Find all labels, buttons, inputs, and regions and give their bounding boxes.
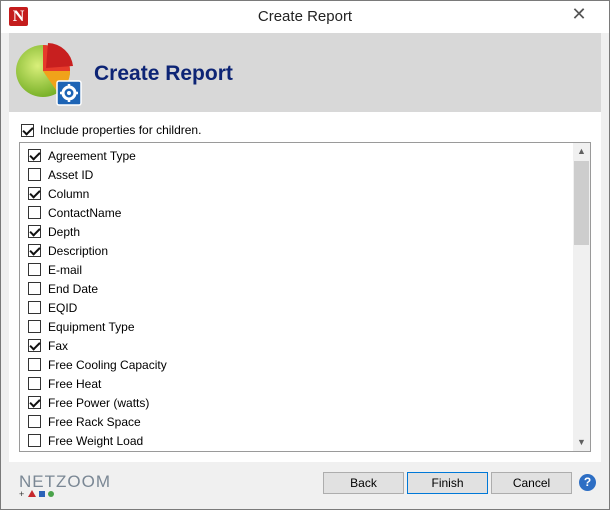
pie-chart-gear-icon — [16, 43, 82, 106]
property-label: Column — [48, 186, 90, 201]
property-checkbox[interactable] — [28, 168, 41, 181]
property-list-item[interactable]: Column — [20, 184, 570, 203]
close-button[interactable]: ✕ — [557, 1, 601, 29]
content-panel: Include properties for children. Agreeme… — [9, 112, 601, 462]
netzoom-brand-logo: NETZOOM — [19, 472, 111, 491]
back-button[interactable]: Back — [323, 472, 404, 494]
include-children-checkbox[interactable] — [21, 123, 34, 137]
property-checkbox[interactable] — [28, 206, 41, 219]
square-mark-icon — [39, 490, 45, 497]
triangle-mark-icon — [28, 490, 36, 497]
footer: NETZOOM + Back Finish Cancel ? — [9, 462, 601, 504]
property-label: Agreement Type — [48, 148, 136, 163]
property-checkbox[interactable] — [28, 434, 41, 447]
property-list-item[interactable]: Free Power (watts) — [20, 393, 570, 412]
property-label: E-mail — [48, 262, 83, 277]
property-label: Free Weight Load — [48, 433, 144, 448]
properties-list[interactable]: Agreement Type Asset ID Column ContactName D… — [19, 142, 591, 452]
property-label: EQID — [48, 300, 78, 315]
property-label: Free Rack Space — [48, 414, 141, 429]
property-label: ContactName — [48, 205, 122, 220]
property-checkbox[interactable] — [28, 187, 41, 200]
property-list-item[interactable]: ContactName — [20, 203, 570, 222]
property-checkbox[interactable] — [28, 339, 41, 352]
property-checkbox[interactable] — [28, 225, 41, 238]
properties-list-items: Agreement Type Asset ID Column ContactName D… — [20, 143, 570, 450]
property-list-item[interactable]: Description — [20, 241, 570, 260]
property-list-item[interactable]: Free Weight Load — [20, 431, 570, 450]
property-checkbox[interactable] — [28, 263, 41, 276]
create-report-window: N Create Report ✕ Create Report Include … — [0, 0, 610, 510]
scroll-thumb[interactable] — [574, 161, 589, 245]
property-list-item[interactable]: Free Rack Space — [20, 412, 570, 431]
help-icon[interactable]: ? — [579, 474, 596, 491]
property-checkbox[interactable] — [28, 415, 41, 428]
cancel-button[interactable]: Cancel — [491, 472, 572, 494]
scroll-up-arrow-icon[interactable]: ▲ — [573, 143, 590, 160]
circle-mark-icon — [48, 490, 54, 497]
property-label: Depth — [48, 224, 81, 239]
property-checkbox[interactable] — [28, 244, 41, 257]
property-checkbox[interactable] — [28, 320, 41, 333]
property-label: Fax — [48, 338, 69, 353]
property-checkbox[interactable] — [28, 377, 41, 390]
property-list-item[interactable]: Free Cooling Capacity — [20, 355, 570, 374]
brand-marks: + — [19, 488, 54, 499]
property-list-item[interactable]: Fax — [20, 336, 570, 355]
title-bar: N Create Report ✕ — [1, 1, 609, 33]
vertical-scrollbar[interactable]: ▲ ▼ — [573, 143, 590, 451]
property-label: Asset ID — [48, 167, 94, 182]
property-checkbox[interactable] — [28, 149, 41, 162]
property-label: Free Power (watts) — [48, 395, 150, 410]
property-list-item[interactable]: Equipment Type — [20, 317, 570, 336]
property-label: Description — [48, 243, 109, 258]
property-list-item[interactable]: End Date — [20, 279, 570, 298]
property-checkbox[interactable] — [28, 301, 41, 314]
property-list-item[interactable]: Asset ID — [20, 165, 570, 184]
property-list-item[interactable]: Free Heat — [20, 374, 570, 393]
include-children-option[interactable]: Include properties for children. — [21, 123, 201, 137]
finish-button[interactable]: Finish — [407, 472, 488, 494]
property-label: Free Cooling Capacity — [48, 357, 167, 372]
window-title: Create Report — [257, 8, 353, 25]
banner-title: Create Report — [94, 62, 233, 85]
property-label: Equipment Type — [48, 319, 135, 334]
property-checkbox[interactable] — [28, 282, 41, 295]
property-label: Free Heat — [48, 376, 102, 391]
property-checkbox[interactable] — [28, 358, 41, 371]
property-checkbox[interactable] — [28, 396, 41, 409]
property-list-item[interactable]: Agreement Type — [20, 146, 570, 165]
scroll-down-arrow-icon[interactable]: ▼ — [573, 434, 590, 451]
property-label: End Date — [48, 281, 99, 296]
plus-mark-icon: + — [19, 488, 25, 499]
header-banner: Create Report — [9, 33, 601, 112]
property-list-item[interactable]: EQID — [20, 298, 570, 317]
include-children-label: Include properties for children. — [40, 123, 202, 137]
property-list-item[interactable]: E-mail — [20, 260, 570, 279]
property-list-item[interactable]: Depth — [20, 222, 570, 241]
